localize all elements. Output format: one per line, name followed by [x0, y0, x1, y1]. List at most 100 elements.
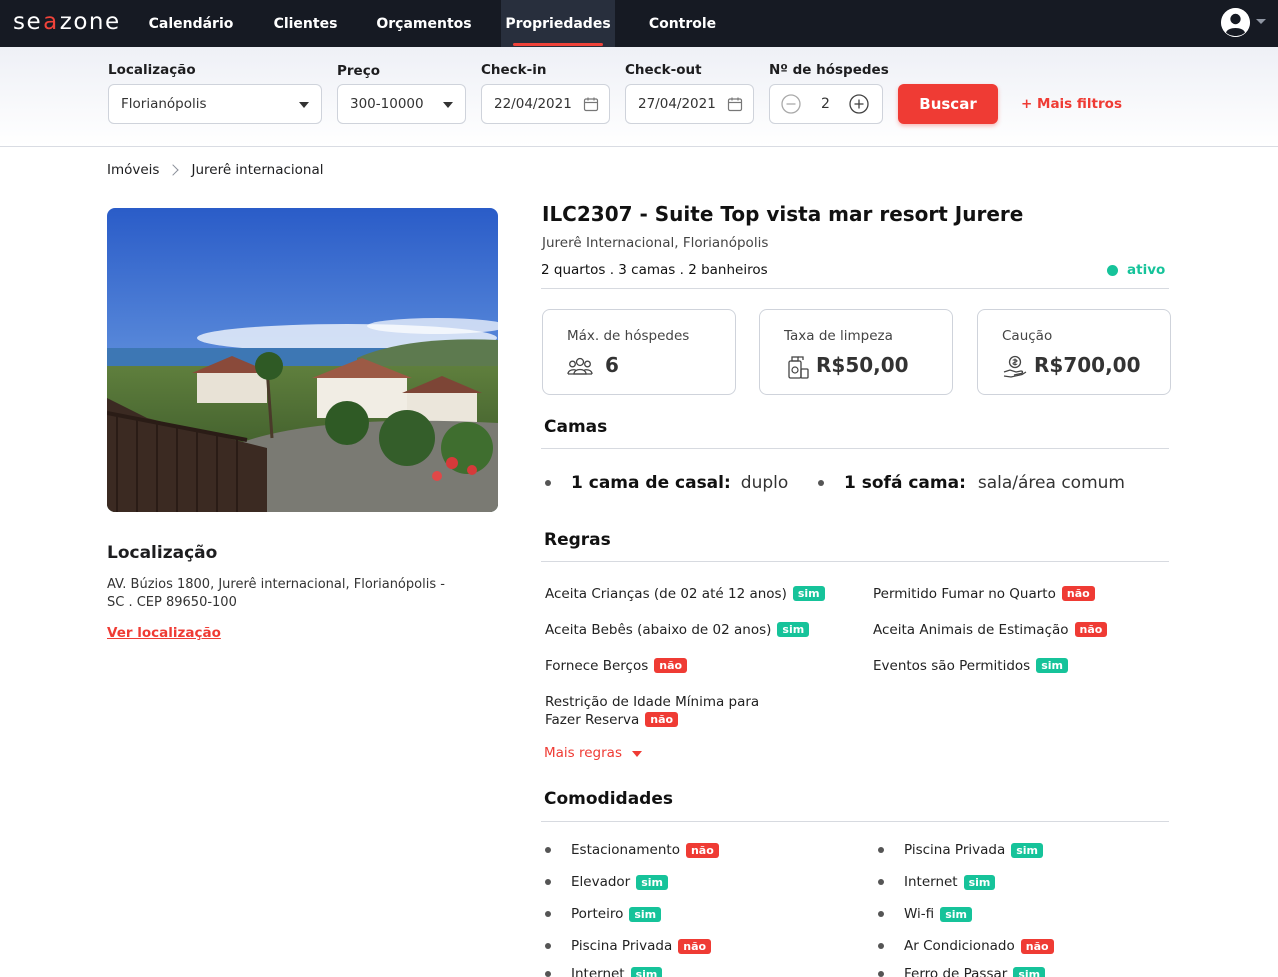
plus-circle-icon[interactable] [849, 94, 869, 114]
nav-item-controle[interactable]: Controle [639, 0, 726, 47]
divider [541, 561, 1169, 562]
max-guests-label: Máx. de hóspedes [567, 328, 690, 344]
checkin-date-input[interactable]: 22/04/2021 [481, 84, 610, 124]
amenity-text: Ferro de Passar [904, 966, 1008, 977]
bullet-icon [878, 943, 884, 949]
deposit-label: Caução [1002, 328, 1053, 344]
amenities-section-title: Comodidades [544, 789, 674, 809]
amenity-badge: não [1020, 938, 1054, 954]
rule-item: Aceita Bebês (abaixo de 02 anos) sim [545, 621, 810, 639]
nav-item-propriedades[interactable]: Propriedades [501, 0, 615, 47]
cleaning-icon [788, 356, 809, 379]
amenity-text: Piscina Privada [904, 842, 1006, 858]
amenity-text: Porteiro [571, 906, 624, 922]
guests-label: Nº de hóspedes [769, 62, 889, 78]
checkin-label: Check-in [481, 62, 547, 78]
amenity-item: Ar Condicionado não [878, 938, 1054, 954]
amenity-badge: sim [963, 874, 996, 890]
rule-text: Eventos são Permitidos [873, 658, 1031, 674]
bed-item: 1 cama de casal: duplo [545, 473, 788, 493]
amenity-badge: sim [629, 906, 662, 922]
location-select[interactable]: Florianópolis [108, 84, 322, 124]
rule-text: Aceita Animais de Estimação [873, 622, 1069, 638]
checkin-date-value: 22/04/2021 [494, 96, 572, 112]
checkout-date-value: 27/04/2021 [638, 96, 716, 112]
amenity-item: Ferro de Passar sim [878, 966, 1046, 977]
guests-count: 2 [821, 96, 830, 112]
bullet-icon [545, 943, 551, 949]
divider [541, 821, 1169, 822]
more-filters-link[interactable]: + Mais filtros [1021, 96, 1122, 112]
checkout-date-input[interactable]: 27/04/2021 [625, 84, 754, 124]
logo-text-end: zone [59, 9, 121, 35]
max-guests-card: Máx. de hóspedes 6 [542, 309, 736, 395]
max-guests-value: 6 [605, 353, 619, 377]
rule-text: Aceita Crianças (de 02 até 12 anos) [545, 586, 787, 602]
breadcrumb-root[interactable]: Imóveis [107, 162, 159, 178]
rule-text: Permitido Fumar no Quarto [873, 586, 1056, 602]
checkout-label: Check-out [625, 62, 702, 78]
rule-badge: não [645, 712, 679, 727]
people-icon [567, 357, 593, 375]
logo-text-start: se [13, 9, 43, 35]
amenity-text: Piscina Privada [571, 938, 673, 954]
amenity-item: Piscina Privada não [545, 938, 712, 954]
status-label: ativo [1127, 262, 1166, 278]
rule-item: Restrição de Idade Mínima para Fazer Res… [545, 693, 759, 729]
price-select[interactable]: 300-10000 [337, 84, 466, 124]
bullet-icon [545, 480, 551, 486]
bullet-icon [545, 847, 551, 853]
money-hand-icon [1003, 355, 1027, 378]
rule-badge: não [654, 658, 688, 673]
amenity-item: Internet sim [545, 966, 663, 977]
deposit-value: R$700,00 [1034, 353, 1141, 377]
cleaning-fee-label: Taxa de limpeza [784, 328, 893, 344]
property-rooms-summary: 2 quartos . 3 camas . 2 banheiros [541, 262, 768, 278]
bullet-icon [545, 971, 551, 977]
caret-down-icon [443, 102, 453, 108]
more-rules-toggle[interactable]: Mais regras [544, 745, 642, 761]
more-rules-label: Mais regras [544, 745, 622, 761]
minus-circle-icon[interactable] [781, 94, 801, 114]
property-title: ILC2307 - Suite Top vista mar resort Jur… [542, 202, 1024, 226]
bed-type: sala/área comum [977, 473, 1125, 493]
rule-badge: não [1061, 586, 1095, 601]
search-button[interactable]: Buscar [898, 84, 998, 124]
amenity-text: Elevador [571, 874, 631, 890]
view-location-link[interactable]: Ver localização [107, 625, 221, 641]
price-filter-label: Preço [337, 63, 380, 79]
calendar-icon [727, 97, 743, 112]
rule-badge: não [1074, 622, 1108, 637]
price-select-value: 300-10000 [350, 96, 424, 112]
chevron-down-icon[interactable] [1256, 19, 1266, 24]
amenity-badge: não [678, 938, 712, 954]
beds-section-title: Camas [544, 417, 608, 437]
chevron-right-icon [167, 164, 180, 176]
location-section-title: Localização [107, 543, 218, 563]
nav-item-clientes[interactable]: Clientes [264, 0, 347, 47]
rule-badge: sim [777, 622, 810, 637]
nav-item-orcamentos[interactable]: Orçamentos [368, 0, 480, 47]
bullet-icon [818, 480, 824, 486]
rule-item: Eventos são Permitidos sim [873, 657, 1068, 675]
amenity-badge: sim [940, 906, 972, 922]
nav-item-calendario[interactable]: Calendário [141, 0, 241, 47]
amenity-badge: sim [630, 966, 663, 977]
user-circle-icon[interactable] [1221, 8, 1250, 37]
location-select-value: Florianópolis [121, 96, 207, 112]
amenity-item: Estacionamento não [545, 842, 719, 858]
rules-section-title: Regras [544, 530, 611, 550]
bed-item: 1 sofá cama: sala/área comum [818, 473, 1125, 493]
amenity-badge: não [685, 842, 719, 858]
top-navbar: se a zone Calendário Clientes Orçamentos P… [0, 0, 1278, 47]
divider [541, 448, 1169, 449]
seazone-logo[interactable]: se a zone [13, 7, 121, 37]
caret-down-icon [631, 751, 642, 757]
rule-text: Restrição de Idade Mínima para [545, 694, 760, 710]
bullet-icon [545, 879, 551, 885]
rule-text: Fornece Berços [545, 658, 649, 674]
property-photo[interactable] [107, 208, 498, 512]
amenity-badge: sim [1013, 966, 1046, 977]
location-address: AV. Búzios 1800, Jurerê internacional, F… [107, 577, 445, 610]
rule-badge: sim [792, 586, 825, 601]
